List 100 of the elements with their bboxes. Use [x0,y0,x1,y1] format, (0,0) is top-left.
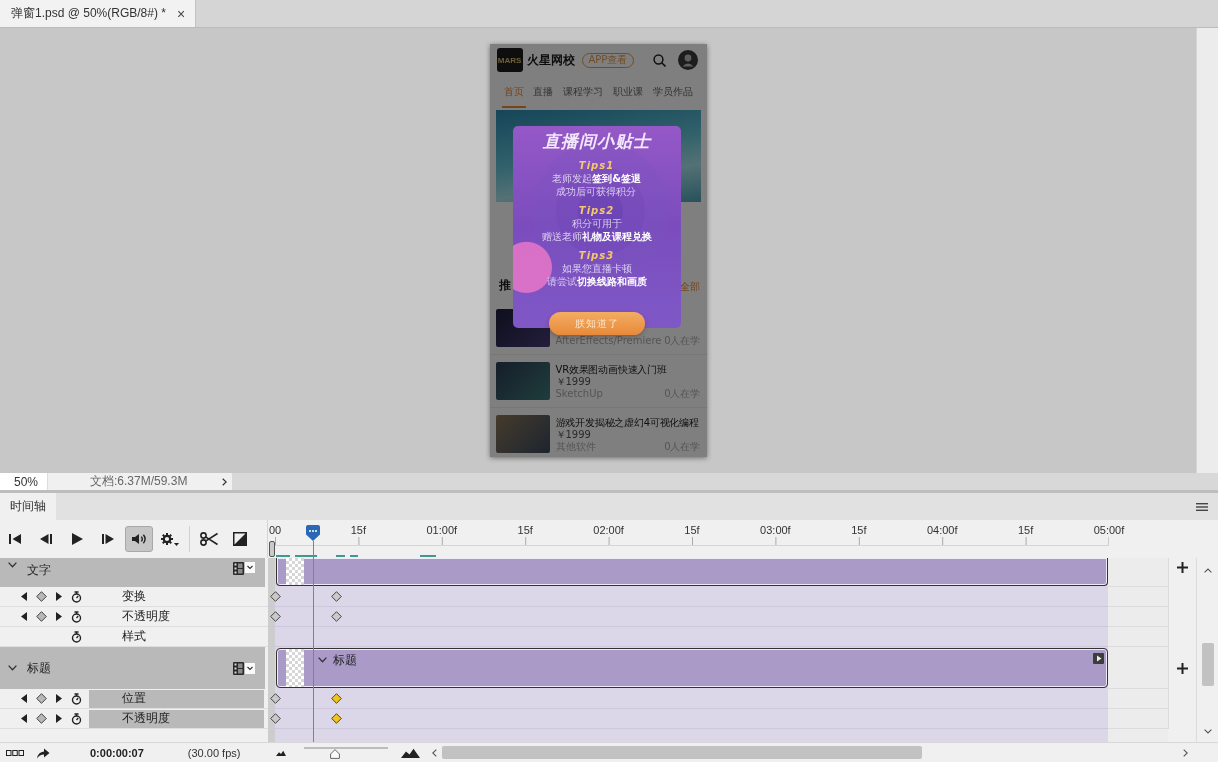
property-label[interactable]: 变换 [89,587,264,606]
diamond-icon[interactable] [35,693,47,704]
chevron-down-icon[interactable] [8,562,17,568]
stopwatch-icon[interactable] [70,630,82,643]
diamond-icon[interactable] [35,611,47,622]
course-price: ￥1999 [555,376,592,388]
scrollbar-thumb[interactable] [1201,643,1214,686]
brand-name: 火星网校 [526,51,575,69]
skip-to-start-icon [9,533,21,545]
chevron-down-icon[interactable] [1203,729,1212,734]
tip-text: 如果您直播卡顿 [561,263,632,276]
step-back-icon [40,533,52,545]
keyframe-diamond-icon[interactable] [269,693,281,704]
play-box-icon[interactable] [1093,653,1104,664]
tip-text: 成功后可获得积分 [556,185,637,198]
diamond-icon[interactable] [35,591,47,602]
left-triangle-icon[interactable] [20,694,27,703]
chevron-left-icon[interactable] [432,748,437,757]
course-title[interactable]: VR效果图动画快速入门班 [555,364,701,376]
ruler-label: 05:00f [1093,524,1125,536]
ruler-label: 15f [1017,524,1034,536]
playhead[interactable] [306,525,321,541]
chevron-down-icon[interactable] [318,657,327,663]
film-icon[interactable] [233,661,244,675]
dropdown-icon[interactable] [245,562,255,573]
avatar-icon[interactable] [677,50,698,70]
tip-label: Tips2 [578,204,615,218]
layer-clip[interactable] [276,558,1108,586]
brand-logo: MARS [496,48,523,72]
layer-name: 文字 [27,562,51,579]
right-triangle-icon[interactable] [55,612,62,621]
tip-text: 老师发起签到&签退 [552,173,641,186]
close-button[interactable]: × [174,6,188,21]
slider-thumb[interactable] [330,749,341,759]
keyframe-diamond-icon[interactable] [330,591,342,602]
stopwatch-icon[interactable] [70,610,82,623]
stopwatch-icon[interactable] [70,692,82,705]
zoom-level-field[interactable]: 50% [0,473,48,490]
left-triangle-icon[interactable] [20,612,27,621]
plus-icon[interactable] [1177,662,1188,674]
current-time: 0:00:00:07 [90,746,144,759]
work-area-handle[interactable] [269,541,275,557]
ruler-label: 15f [517,524,533,536]
right-triangle-icon[interactable] [55,694,62,703]
stopwatch-icon[interactable] [70,590,82,603]
half-filled-square-icon [233,532,247,546]
layer-thumbnail [286,649,304,687]
ruler-label: 02:00f [593,524,624,536]
layer-clip[interactable]: 标题 [276,648,1108,688]
scrollbar-thumb[interactable] [442,746,922,759]
section-heading: 推 [498,277,511,294]
search-icon[interactable] [652,53,666,67]
plus-icon[interactable] [1177,562,1188,573]
caret-icon [174,543,179,546]
ruler-label: 01:00f [426,524,458,536]
right-triangle-icon[interactable] [55,714,62,723]
scissors-icon [200,532,218,546]
film-icon[interactable] [233,562,244,575]
keyframe-diamond-icon[interactable] [330,611,342,622]
speaker-icon [131,533,147,545]
property-label[interactable]: 位置 [89,689,264,708]
audio-button[interactable] [125,526,153,552]
chevron-up-icon[interactable] [1203,568,1212,573]
document-tab[interactable]: 弹窗1.psd @ 50%(RGB/8#) * × [0,0,197,27]
diamond-icon[interactable] [35,713,47,724]
layer-header[interactable]: 文字 [0,558,265,587]
dropdown-icon[interactable] [245,662,255,674]
keyframe-diamond-icon[interactable] [269,611,281,622]
right-triangle-icon[interactable] [55,592,62,601]
keyframe-diamond-icon[interactable] [330,713,342,724]
property-label[interactable]: 样式 [89,627,264,646]
menu-icon[interactable] [1196,502,1208,511]
chevron-right-icon[interactable] [222,477,227,486]
ruler-label: 15f [684,524,700,536]
stopwatch-icon[interactable] [70,712,82,725]
left-triangle-icon[interactable] [20,592,27,601]
ruler-label: 15f [851,524,867,536]
tip-label: Tips1 [578,159,615,173]
property-label[interactable]: 不透明度 [89,607,264,626]
popup-title: 直播间小贴士 [542,130,651,153]
course-price: ￥1999 [555,429,592,441]
layer-header[interactable]: 标题 [0,647,265,689]
chevron-right-icon[interactable] [1183,748,1188,757]
property-label[interactable]: 不透明度 [89,709,264,728]
large-mountain-icon[interactable] [401,747,420,758]
small-mountain-icon[interactable] [276,749,286,756]
course-title[interactable]: 游戏开发揭秘之虚幻4可视化编程 [555,417,701,429]
panel-tab[interactable]: 时间轴 [0,493,56,520]
three-squares-icon[interactable] [6,749,24,756]
keyframe-diamond-icon[interactable] [330,693,342,704]
curved-arrow-icon[interactable] [36,746,50,759]
chevron-down-icon[interactable] [8,665,17,671]
keyframe-diamond-icon[interactable] [269,591,281,602]
ruler-label: 04:00f [926,524,958,536]
tip-label: Tips3 [578,249,615,263]
keyframe-diamond-icon[interactable] [269,713,281,724]
course-thumbnail [495,362,550,400]
frame-rate: (30.00 fps) [187,746,241,759]
left-triangle-icon[interactable] [20,714,27,723]
course-thumbnail [495,415,550,453]
